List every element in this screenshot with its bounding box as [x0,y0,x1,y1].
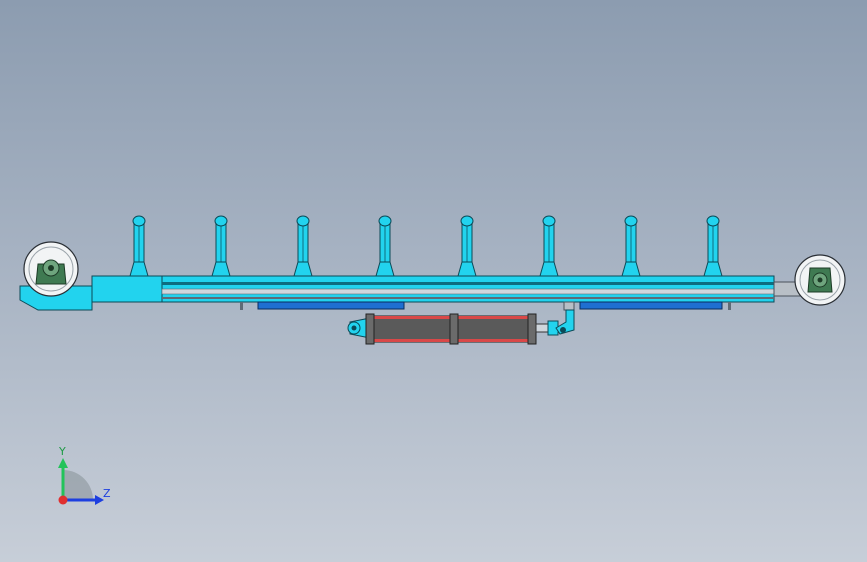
left-bearing-wheel[interactable] [23,241,79,297]
roller-post[interactable] [621,215,641,277]
coordinate-triad: Y Z [58,445,111,505]
roller-post[interactable] [375,215,395,277]
linear-guide-left [257,301,405,310]
right-bearing-wheel[interactable] [794,254,846,306]
cad-viewport[interactable]: Y Z [0,0,867,562]
guide-stop-right [728,302,731,310]
axis-z-label: Z [103,487,111,500]
hydraulic-cylinder[interactable] [347,313,559,345]
axis-y-label: Y [58,445,66,458]
roller-post[interactable] [703,215,723,277]
roller-post[interactable] [539,215,559,277]
cylinder-mount-bracket[interactable] [555,301,575,335]
linear-guide-right [579,301,723,310]
triad-sector [63,470,93,500]
roller-post[interactable] [129,215,149,277]
guide-stop-left [240,302,243,310]
conveyor-assembly-drawing: Y Z [19,215,846,505]
roller-post[interactable] [457,215,477,277]
axis-x-origin [58,495,68,505]
main-frame-rail[interactable] [161,275,775,303]
roller-post[interactable] [211,215,231,277]
roller-post-group [129,215,723,277]
roller-post[interactable] [293,215,313,277]
